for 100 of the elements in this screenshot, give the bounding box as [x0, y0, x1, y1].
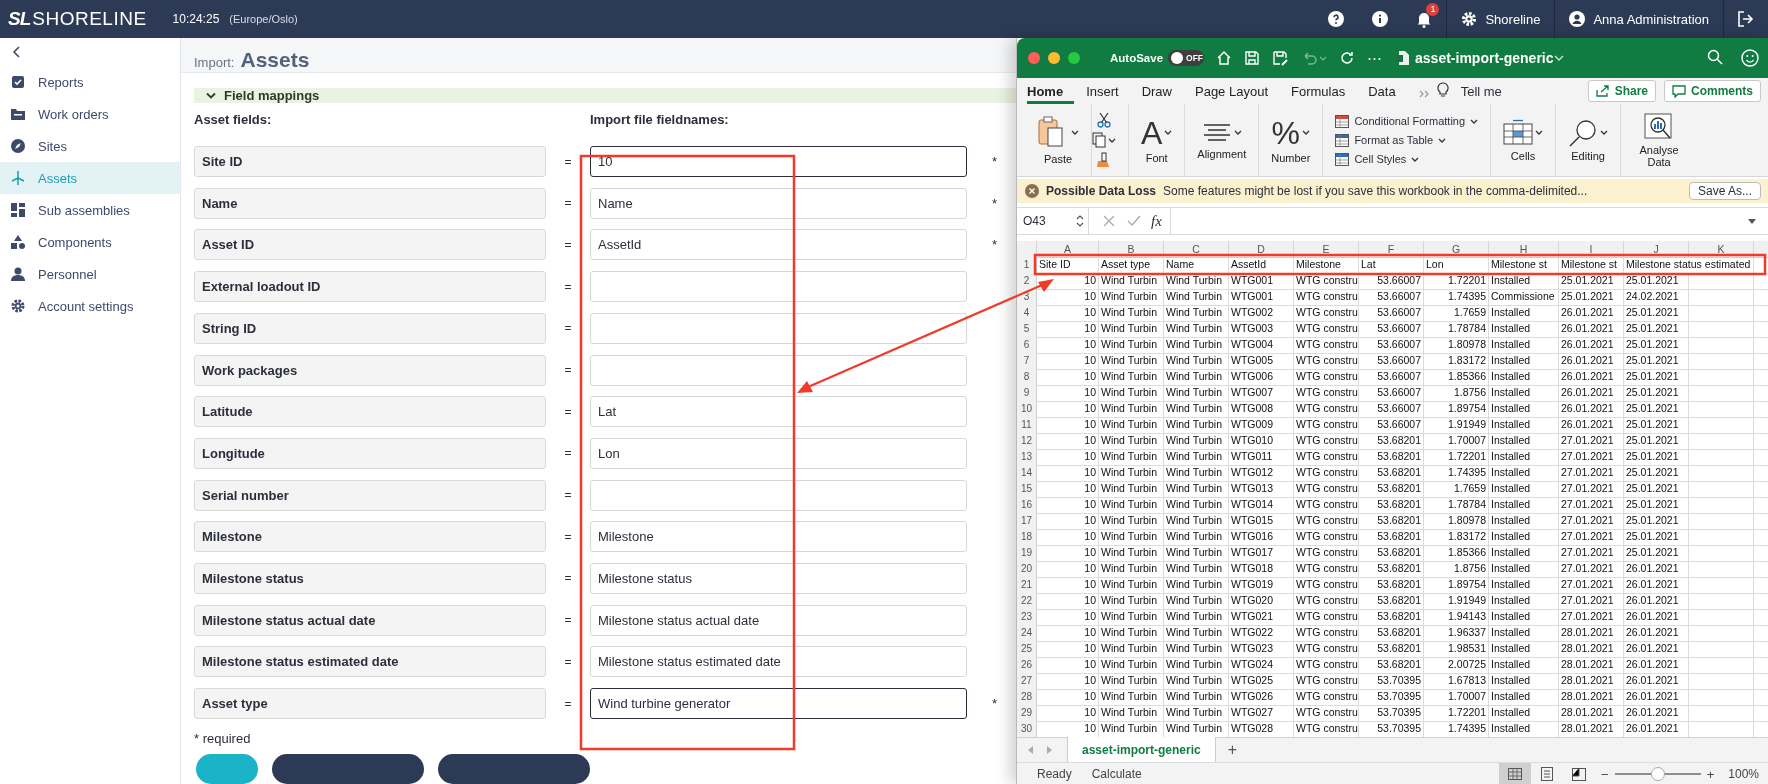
- fieldname-input[interactable]: Lat: [590, 396, 967, 428]
- sidebar-item[interactable]: Components: [0, 226, 180, 258]
- sidebar-item[interactable]: Work orders: [0, 98, 180, 130]
- spreadsheet-cell: WTG constru: [1294, 561, 1359, 578]
- spreadsheet-cell: 10: [1037, 353, 1099, 370]
- sidebar-item[interactable]: Sites: [0, 130, 180, 162]
- cells-button[interactable]: Cells: [1491, 104, 1557, 176]
- notifications-button[interactable]: 1: [1402, 0, 1447, 38]
- maximize-button[interactable]: [1068, 52, 1080, 64]
- caret-icon: [1438, 137, 1447, 143]
- spreadsheet-cell: WTG013: [1229, 481, 1294, 498]
- save-as-button[interactable]: Save As...: [1688, 182, 1761, 200]
- fieldname-input[interactable]: Milestone status: [590, 562, 967, 594]
- share-icon: [1595, 85, 1610, 97]
- fieldname-input[interactable]: Milestone status actual date: [590, 604, 967, 636]
- spreadsheet-cell: 53.66007: [1359, 417, 1424, 434]
- fieldname-input[interactable]: Wind turbine generator: [590, 688, 967, 719]
- fieldname-input[interactable]: [590, 271, 967, 303]
- comments-button[interactable]: Comments: [1664, 80, 1761, 102]
- spreadsheet-cell: Wind Turbin: [1099, 705, 1164, 722]
- styles-menu-item[interactable]: Cell Styles: [1335, 152, 1479, 166]
- insert-function-button[interactable]: fx: [1151, 212, 1162, 230]
- spreadsheet-cell: 28.01.2021: [1559, 641, 1624, 658]
- spreadsheet-cell: Installed: [1489, 337, 1559, 354]
- caret-icon: [1600, 130, 1609, 135]
- empty-cell: [1689, 337, 1754, 354]
- ribbon-tab[interactable]: Page Layout: [1195, 84, 1279, 104]
- spreadsheet-cell: WTG007: [1229, 385, 1294, 402]
- font-button[interactable]: A Font: [1129, 104, 1186, 176]
- equals-sign: =: [564, 363, 572, 377]
- shapes-icon: [10, 234, 26, 250]
- spreadsheet-cell: 28.01.2021: [1559, 673, 1624, 690]
- empty-cell: [1689, 657, 1754, 674]
- styles-menu-item[interactable]: Format as Table: [1335, 133, 1479, 147]
- spreadsheet-cell: 53.68201: [1359, 481, 1424, 498]
- ribbon-tab[interactable]: Draw: [1141, 84, 1183, 104]
- normal-view-icon: [1508, 768, 1523, 780]
- zoom-slider-thumb[interactable]: [1650, 767, 1665, 781]
- fieldname-input[interactable]: Lon: [590, 437, 967, 469]
- share-button[interactable]: Share: [1587, 80, 1656, 102]
- sidebar-item[interactable]: Reports: [0, 66, 180, 98]
- action-button[interactable]: [272, 754, 424, 784]
- ribbon-tab[interactable]: Formulas: [1291, 84, 1357, 104]
- name-box[interactable]: O43: [1017, 208, 1089, 234]
- field-mappings-header[interactable]: Field mappings: [194, 88, 1016, 104]
- spreadsheet-cell: WTG023: [1229, 641, 1294, 658]
- spreadsheet-cell: Wind Turbin: [1164, 673, 1229, 690]
- more-button[interactable]: ⋯: [1367, 49, 1383, 67]
- search-icon: [1707, 49, 1723, 65]
- spreadsheet-cell: 53.66007: [1359, 353, 1424, 370]
- fieldname-input[interactable]: [590, 354, 967, 386]
- minimize-button[interactable]: [1048, 52, 1060, 64]
- grid-icon: [10, 202, 26, 218]
- ribbon-tab[interactable]: Data: [1368, 84, 1407, 104]
- spreadsheet-cell: 10: [1037, 609, 1099, 626]
- fieldname-input[interactable]: 10: [590, 146, 967, 178]
- autosave-toggle[interactable]: OFF: [1168, 50, 1205, 66]
- fieldname-input[interactable]: [590, 479, 967, 511]
- spreadsheet-cell: 26.01.2021: [1559, 337, 1624, 354]
- fieldname-input[interactable]: [590, 312, 967, 344]
- spreadsheet-cell: Installed: [1489, 353, 1559, 370]
- styles-menu-item[interactable]: Conditional Formatting: [1335, 114, 1479, 128]
- spreadsheet-cell: 27.01.2021: [1559, 449, 1624, 466]
- asset-field-label: Work packages: [194, 354, 546, 386]
- gear-icon: [1461, 11, 1478, 27]
- fieldname-input[interactable]: Milestone status estimated date: [590, 646, 967, 678]
- spreadsheet-cell: WTG constru: [1294, 705, 1359, 722]
- view-button[interactable]: [1499, 763, 1532, 784]
- zoom-in-button[interactable]: +: [1706, 766, 1715, 782]
- fieldname-input[interactable]: AssetId: [590, 229, 967, 261]
- fieldname-input[interactable]: Name: [590, 187, 967, 219]
- asset-field-label: Milestone: [194, 521, 546, 553]
- wind-turbine-icon: [10, 170, 26, 186]
- close-button[interactable]: [1028, 52, 1040, 64]
- spreadsheet-cell: Wind Turbin: [1099, 593, 1164, 610]
- table-style-icon: [1335, 133, 1350, 147]
- analyse-data-button[interactable]: Analyse Data: [1621, 104, 1698, 176]
- sheet-tab[interactable]: asset-import-generic: [1067, 737, 1216, 762]
- file-name[interactable]: asset-import-generic: [1415, 50, 1554, 66]
- add-sheet-button[interactable]: +: [1215, 738, 1250, 762]
- back-chevron-icon: [12, 46, 20, 58]
- empty-cell: [1689, 433, 1754, 450]
- tell-me-search[interactable]: Tell me: [1460, 84, 1502, 104]
- editing-button[interactable]: Editing: [1556, 104, 1622, 176]
- sidebar-item[interactable]: Account settings: [0, 290, 180, 322]
- action-button[interactable]: [438, 754, 590, 784]
- alignment-button[interactable]: Alignment: [1185, 104, 1260, 176]
- ribbon-tab[interactable]: Insert: [1086, 84, 1130, 104]
- spreadsheet-cell: WTG constru: [1294, 529, 1359, 546]
- paste-button[interactable]: Paste: [1025, 104, 1092, 176]
- sidebar-item[interactable]: Sub assemblies: [0, 194, 180, 226]
- fieldname-input[interactable]: Milestone: [590, 521, 967, 553]
- spreadsheet-cell: 1.85366: [1424, 545, 1489, 562]
- asset-field-label: String ID: [194, 312, 546, 344]
- spreadsheet-cell: Wind Turbin: [1099, 433, 1164, 450]
- zoom-out-button[interactable]: −: [1601, 766, 1609, 782]
- sidebar-item[interactable]: Personnel: [0, 258, 180, 290]
- number-button[interactable]: % Number: [1259, 104, 1324, 176]
- spreadsheet-cell: 26.01.2021: [1624, 561, 1689, 578]
- smiley-icon: [1741, 49, 1759, 67]
